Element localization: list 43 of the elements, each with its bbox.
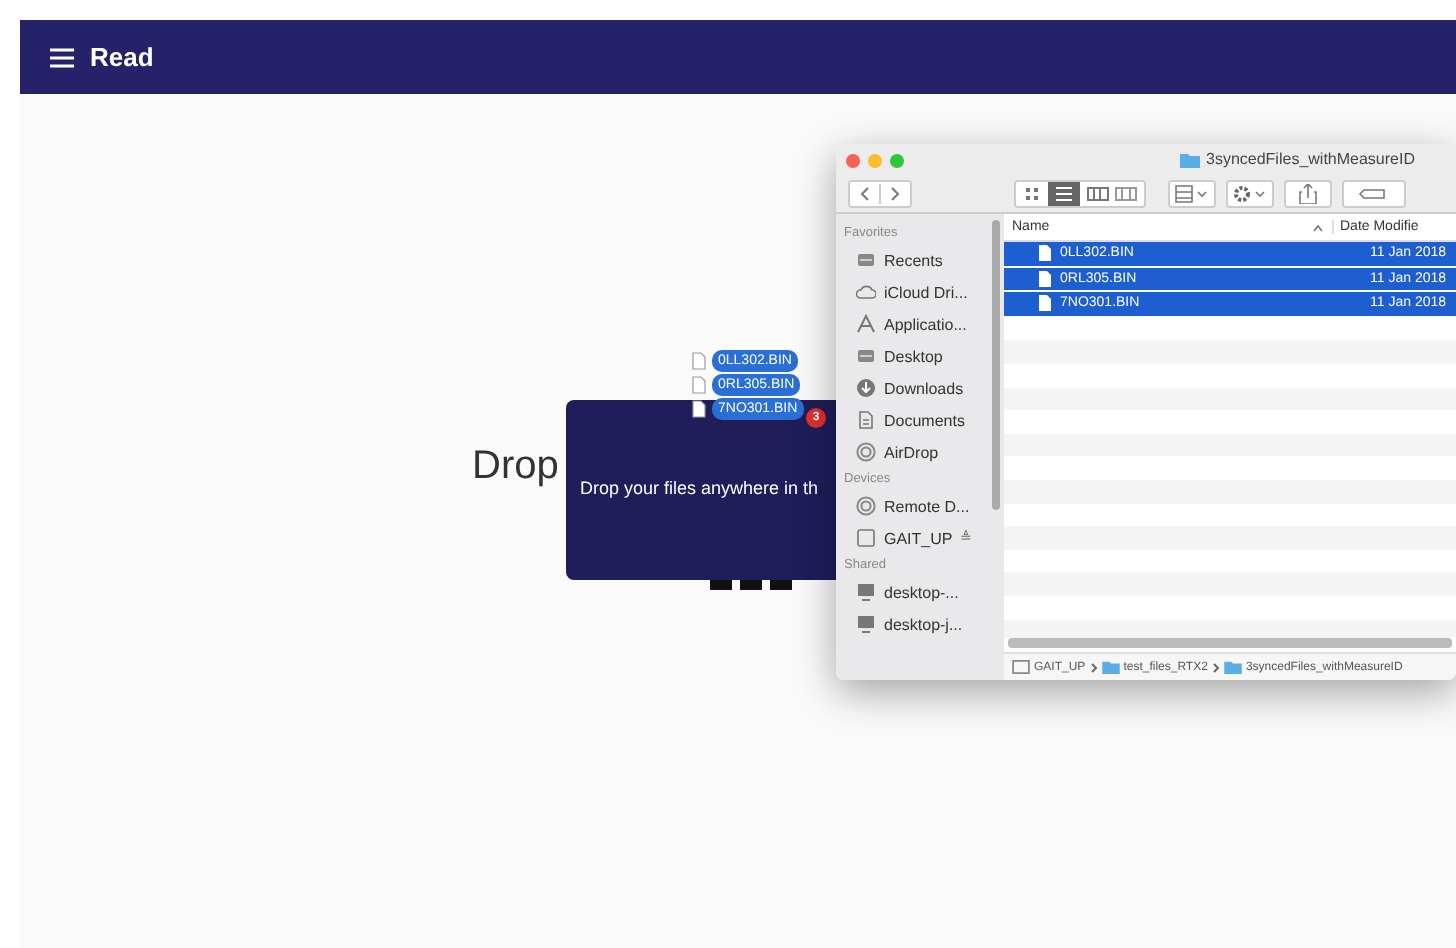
chevron-icon xyxy=(1089,661,1098,673)
drive-icon xyxy=(1012,660,1030,674)
tray-icon xyxy=(856,346,876,366)
menu-icon[interactable] xyxy=(50,47,74,67)
tag-button[interactable] xyxy=(1342,180,1406,208)
sidebar-item[interactable]: desktop-... xyxy=(844,576,1004,608)
chevron-icon xyxy=(1211,661,1220,673)
close-button[interactable] xyxy=(846,153,860,167)
folder-icon xyxy=(1101,660,1120,674)
drop-message: Drop your files anywhere in th xyxy=(578,478,819,498)
disc-icon xyxy=(856,496,876,516)
scrollbar[interactable] xyxy=(1008,638,1452,648)
sidebar-item[interactable]: desktop-j... xyxy=(844,608,1004,640)
zoom-button[interactable] xyxy=(890,153,904,167)
sidebar-item[interactable]: Recents xyxy=(844,244,1004,276)
tray-icon xyxy=(856,250,876,270)
computer-icon xyxy=(856,582,876,602)
share-button[interactable] xyxy=(1284,180,1332,208)
sidebar-item[interactable]: AirDrop xyxy=(844,436,1004,468)
view-mode-buttons[interactable] xyxy=(1014,180,1146,208)
back-forward-buttons[interactable] xyxy=(848,180,912,208)
computer-icon xyxy=(856,614,876,634)
action-button[interactable] xyxy=(1226,180,1274,208)
apps-icon xyxy=(856,314,876,334)
sidebar-item[interactable]: iCloud Dri... xyxy=(844,276,1004,308)
folder-icon xyxy=(1180,151,1200,167)
folder-icon xyxy=(1223,660,1242,674)
drop-heading: Drop xyxy=(472,444,559,490)
scrollbar[interactable] xyxy=(992,220,1000,510)
documents-icon xyxy=(856,410,876,430)
sidebar-item[interactable]: Applicatio... xyxy=(844,308,1004,340)
sort-caret-icon xyxy=(1312,223,1324,231)
drive-icon xyxy=(856,528,876,548)
sidebar-item[interactable]: Downloads xyxy=(844,372,1004,404)
app-title: Read xyxy=(90,42,154,72)
download-icon xyxy=(856,378,876,398)
sidebar-item[interactable]: Remote D... xyxy=(844,490,1004,522)
cloud-icon xyxy=(856,282,876,302)
window-title: 3syncedFiles_withMeasureID xyxy=(1206,150,1415,168)
arrange-button[interactable] xyxy=(1168,180,1216,208)
airdrop-icon xyxy=(856,442,876,462)
sidebar-item[interactable]: Documents xyxy=(844,404,1004,436)
sidebar-item[interactable]: Desktop xyxy=(844,340,1004,372)
